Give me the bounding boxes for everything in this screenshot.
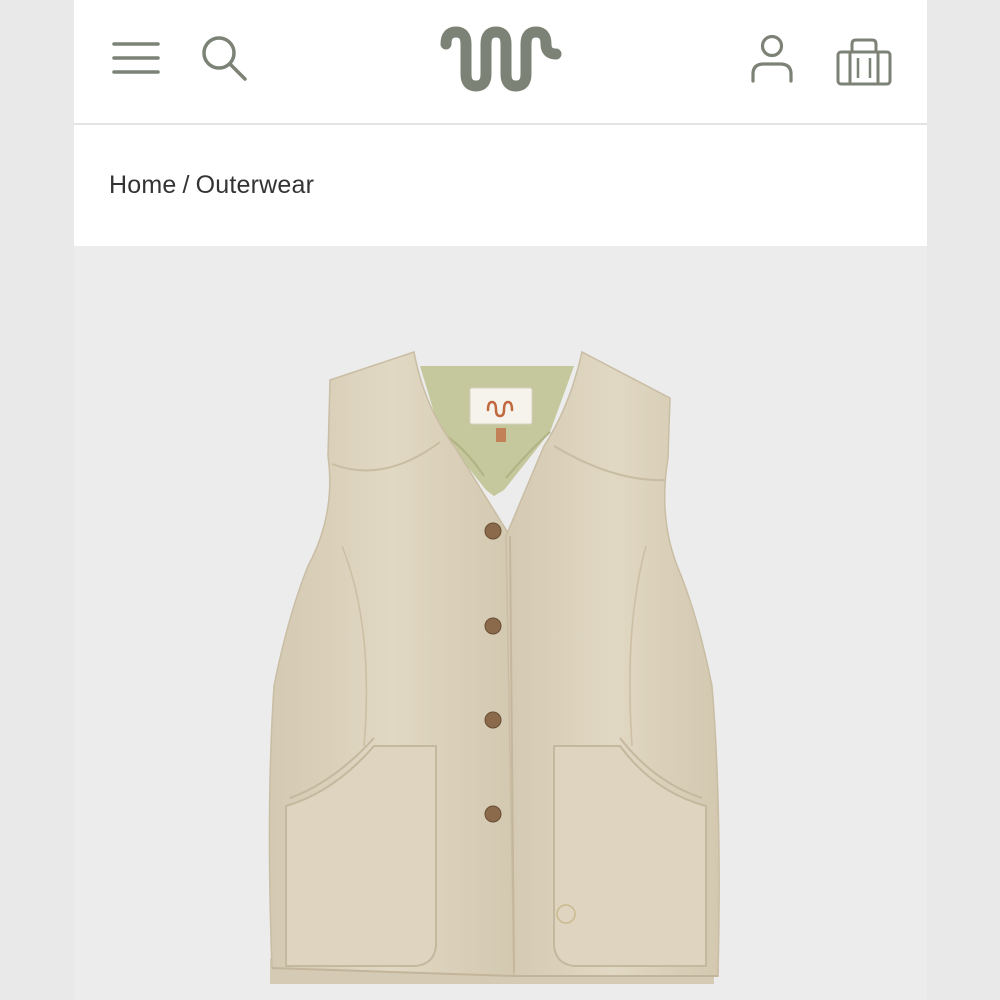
brand-logo[interactable] bbox=[438, 24, 564, 92]
breadcrumb: Home / Outerwear bbox=[109, 171, 314, 200]
shopping-bag-icon[interactable] bbox=[836, 38, 892, 86]
account-icon[interactable] bbox=[750, 34, 794, 84]
product-page: Home / Outerwear bbox=[74, 0, 927, 1000]
site-header bbox=[74, 0, 927, 125]
breadcrumb-separator: / bbox=[182, 171, 190, 199]
left-margin bbox=[0, 0, 74, 1000]
hamburger-menu-icon[interactable] bbox=[112, 40, 160, 76]
breadcrumb-current-link[interactable]: Outerwear bbox=[196, 171, 315, 199]
search-icon[interactable] bbox=[200, 34, 248, 82]
vest-illustration bbox=[268, 350, 720, 984]
vest-brand-label bbox=[469, 387, 533, 425]
breadcrumb-bar: Home / Outerwear bbox=[74, 125, 927, 246]
breadcrumb-home-link[interactable]: Home bbox=[109, 171, 177, 199]
right-margin bbox=[927, 0, 1000, 1000]
product-image[interactable] bbox=[74, 246, 927, 1000]
